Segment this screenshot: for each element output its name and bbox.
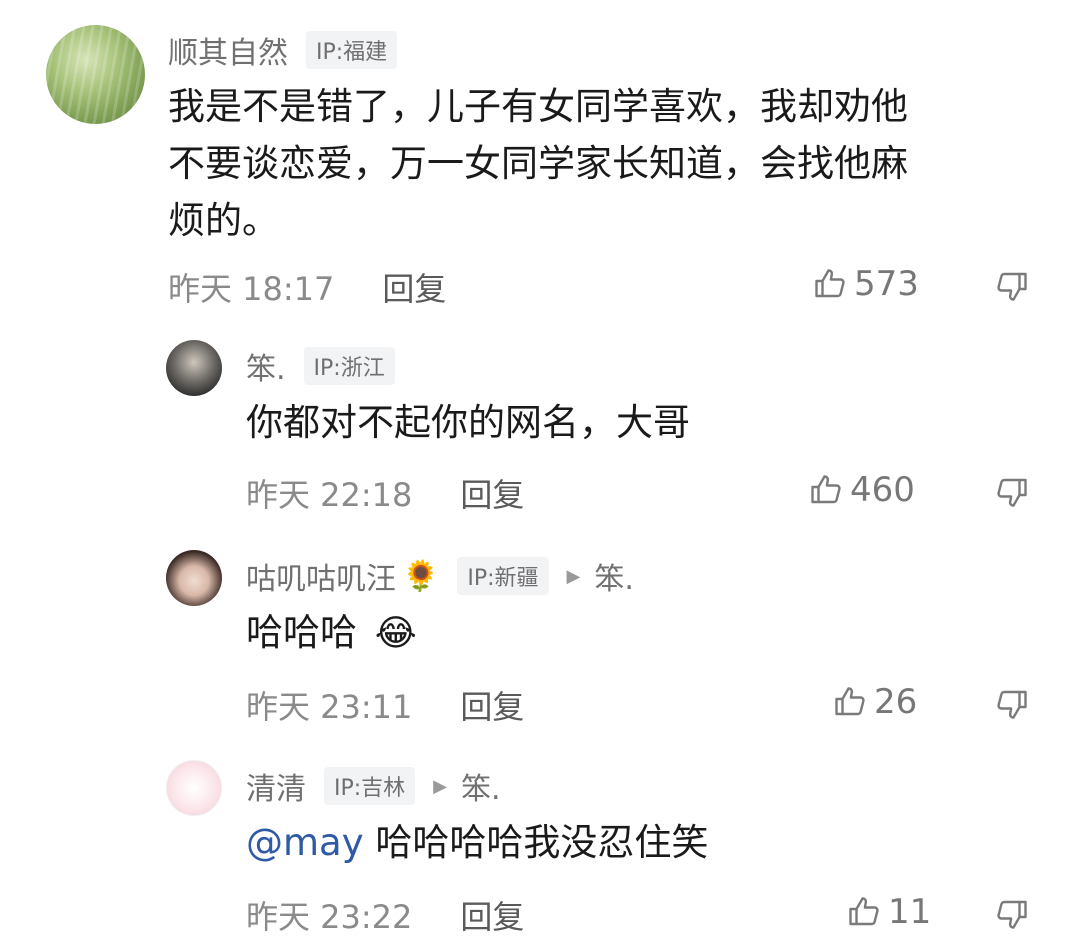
- comment-meta: 昨天 18:17 回复: [168, 264, 446, 310]
- comment-3: 咕叽咕叽汪 🌻 IP:新疆 ▶ 笨. 哈哈哈 😂 昨天 23:11 回复 26: [0, 530, 1080, 740]
- laughing-crying-emoji-icon: 😂: [374, 613, 417, 654]
- comment-header: 清清 IP:吉林 ▶ 笨.: [246, 764, 501, 808]
- thumbs-down-icon[interactable]: [994, 686, 1030, 722]
- avatar[interactable]: [166, 340, 222, 396]
- like-count: 460: [850, 470, 915, 510]
- comment-text-line: 我是不是错了，儿子有女同学喜欢，我却劝他: [168, 85, 908, 128]
- ip-badge: IP:吉林: [324, 767, 416, 805]
- thumbs-down-icon[interactable]: [994, 896, 1030, 932]
- comment-text-body: 哈哈哈: [246, 611, 357, 654]
- comment-text: @may 哈哈哈哈我没忍住笑: [246, 814, 708, 871]
- reply-button[interactable]: 回复: [460, 892, 524, 938]
- reply-button[interactable]: 回复: [460, 470, 524, 516]
- username[interactable]: 清清: [246, 764, 306, 808]
- comment-meta: 昨天 22:18 回复: [246, 470, 524, 516]
- comment-text: 哈哈哈 😂: [246, 604, 417, 662]
- comment-header: 咕叽咕叽汪 🌻 IP:新疆 ▶ 笨.: [246, 554, 634, 598]
- comment-meta: 昨天 23:22 回复: [246, 892, 524, 938]
- timestamp: 昨天 18:17: [168, 270, 335, 308]
- avatar[interactable]: [166, 550, 222, 606]
- comment-text: 我是不是错了，儿子有女同学喜欢，我却劝他 不要谈恋爱，万一女同学家长知道，会找他…: [168, 78, 908, 249]
- like-button[interactable]: 460: [808, 470, 915, 510]
- like-button[interactable]: 26: [832, 682, 917, 722]
- triangle-right-icon: ▶: [433, 775, 448, 797]
- ip-badge: IP:浙江: [303, 347, 395, 385]
- triangle-right-icon: ▶: [566, 565, 581, 587]
- like-button[interactable]: 573: [812, 264, 919, 304]
- like-count: 26: [874, 682, 918, 722]
- like-count: 573: [854, 264, 919, 304]
- comment-text: 你都对不起你的网名，大哥: [246, 401, 690, 444]
- avatar[interactable]: [166, 760, 222, 816]
- timestamp: 昨天 22:18: [246, 476, 413, 514]
- username[interactable]: 咕叽咕叽汪: [246, 554, 396, 598]
- comment-text-body: 哈哈哈哈我没忍住笑: [363, 821, 709, 864]
- timestamp: 昨天 23:11: [246, 688, 413, 726]
- comment-text-line: 烦的。: [168, 199, 279, 242]
- ip-badge: IP:新疆: [457, 557, 549, 595]
- thumbs-up-icon: [815, 269, 845, 298]
- reply-target-username[interactable]: 笨.: [594, 554, 634, 598]
- username[interactable]: 顺其自然: [168, 28, 288, 72]
- reply-button[interactable]: 回复: [382, 264, 446, 310]
- timestamp: 昨天 23:22: [246, 898, 413, 936]
- mention-link[interactable]: @may: [246, 821, 364, 864]
- comment-2: 笨. IP:浙江 你都对不起你的网名，大哥 昨天 22:18 回复 460: [0, 320, 1080, 530]
- comment-header: 笨. IP:浙江: [246, 344, 395, 388]
- thumbs-up-icon: [811, 475, 841, 504]
- thumbs-up-icon: [849, 897, 879, 926]
- reply-button[interactable]: 回复: [460, 682, 524, 728]
- comment-meta: 昨天 23:11 回复: [246, 682, 524, 728]
- ip-badge: IP:福建: [306, 31, 398, 69]
- comment-text-line: 不要谈恋爱，万一女同学家长知道，会找他麻: [168, 142, 908, 185]
- username[interactable]: 笨.: [246, 344, 286, 388]
- reply-target-username[interactable]: 笨.: [461, 764, 501, 808]
- comment-header: 顺其自然 IP:福建: [168, 28, 398, 72]
- like-button[interactable]: 11: [846, 892, 931, 932]
- thumbs-down-icon[interactable]: [994, 268, 1030, 304]
- comment-4: 清清 IP:吉林 ▶ 笨. @may 哈哈哈哈我没忍住笑 昨天 23:22 回复…: [0, 740, 1080, 949]
- comment-1: 顺其自然 IP:福建 我是不是错了，儿子有女同学喜欢，我却劝他 不要谈恋爱，万一…: [0, 0, 1080, 320]
- thumbs-up-icon: [835, 687, 865, 716]
- sunflower-icon: 🌻: [402, 558, 440, 594]
- like-count: 11: [888, 892, 932, 932]
- thumbs-down-icon[interactable]: [994, 474, 1030, 510]
- avatar[interactable]: [46, 25, 145, 124]
